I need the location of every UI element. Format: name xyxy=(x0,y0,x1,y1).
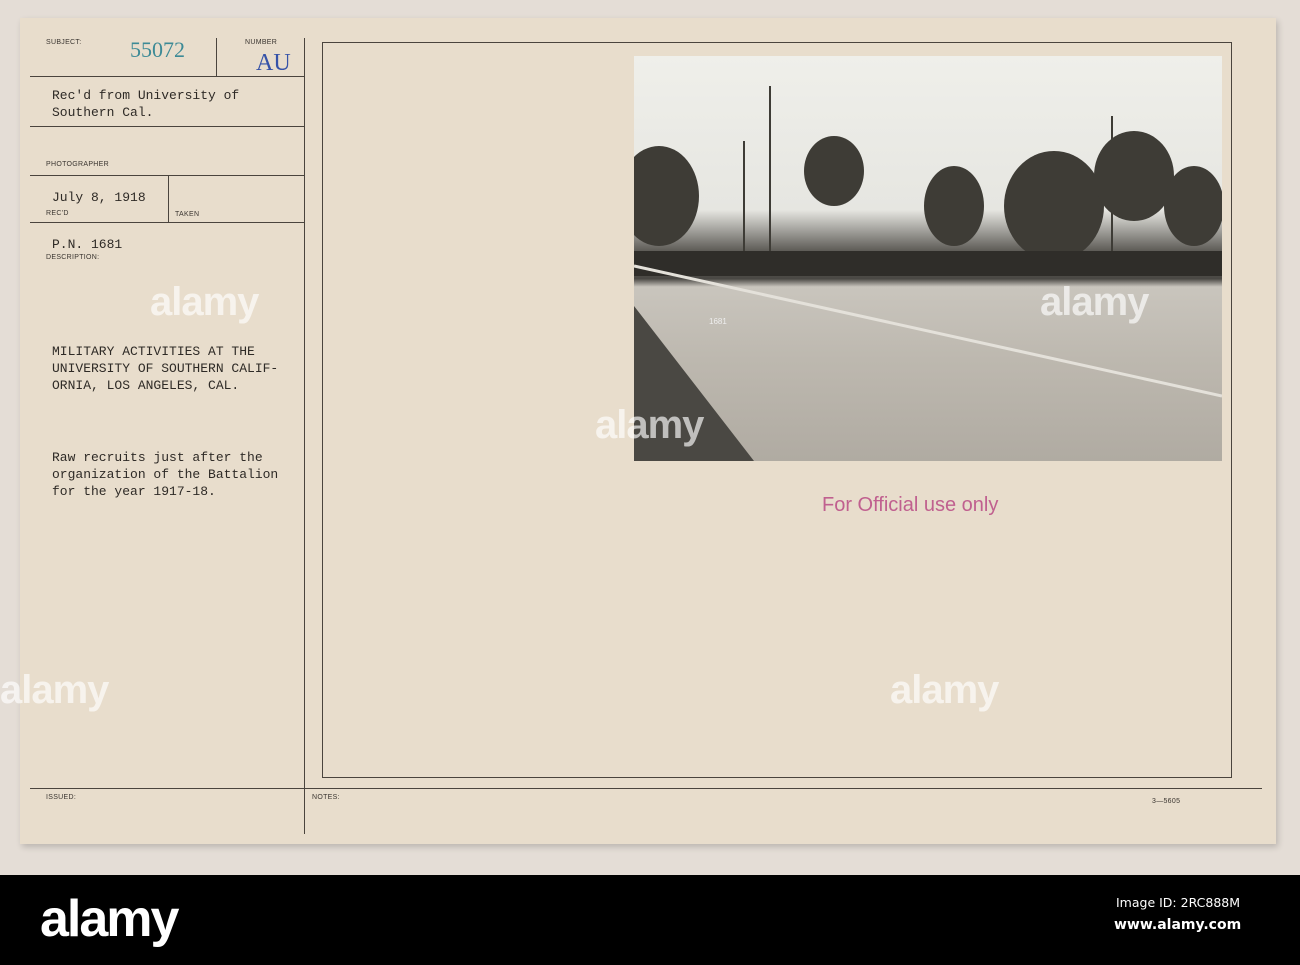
stock-footer: alamy Image ID: 2RC888M www.alamy.com xyxy=(0,875,1300,965)
form-code: 3—5605 xyxy=(1152,798,1181,805)
photo-number-mark: 1681 xyxy=(709,317,727,326)
number-value: AU xyxy=(256,50,291,76)
taken-label: TAKEN xyxy=(175,211,200,218)
marching-troops xyxy=(634,251,1222,276)
official-use-stamp: For Official use only xyxy=(822,494,999,516)
photographer-label: PHOTOGRAPHER xyxy=(46,161,109,168)
subject-divider xyxy=(216,38,217,76)
archival-record-card: SUBJECT: 55072 NUMBER AU Rec'd from Univ… xyxy=(0,18,1276,844)
received-date: July 8, 1918 xyxy=(52,190,146,205)
issued-label: ISSUED: xyxy=(46,794,77,801)
trees xyxy=(634,131,1222,261)
description-label: DESCRIPTION: xyxy=(46,254,100,261)
watermark: alamy xyxy=(150,280,259,324)
notes-label: NOTES: xyxy=(312,794,340,801)
subject-label: SUBJECT: xyxy=(46,39,82,46)
description-caption: Raw recruits just after the organization… xyxy=(52,450,279,499)
alamy-logo: alamy xyxy=(40,890,179,948)
parade-scene: 1681 xyxy=(634,86,1222,461)
divider xyxy=(30,222,304,223)
subject-number: 55072 xyxy=(130,37,185,62)
divider xyxy=(30,175,304,176)
watermark: alamy xyxy=(1040,280,1149,324)
description-title: MILITARY ACTIVITIES AT THE UNIVERSITY OF… xyxy=(52,344,279,393)
photo-number: P.N. 1681 xyxy=(52,237,123,252)
number-label: NUMBER xyxy=(245,39,278,46)
column-divider xyxy=(304,38,305,834)
watermark: alamy xyxy=(595,403,704,447)
historical-photograph: 1681 xyxy=(634,56,1222,461)
divider xyxy=(30,126,304,127)
received-from: Rec'd from University of Southern Cal. xyxy=(52,88,240,120)
date-divider xyxy=(168,175,169,222)
watermark: alamy xyxy=(890,668,999,712)
recd-label: REC'D xyxy=(46,210,69,217)
site-url[interactable]: www.alamy.com xyxy=(1114,917,1241,933)
bottom-divider xyxy=(30,788,1262,789)
image-id: Image ID: 2RC888M xyxy=(1116,895,1241,910)
watermark: alamy xyxy=(0,668,109,712)
